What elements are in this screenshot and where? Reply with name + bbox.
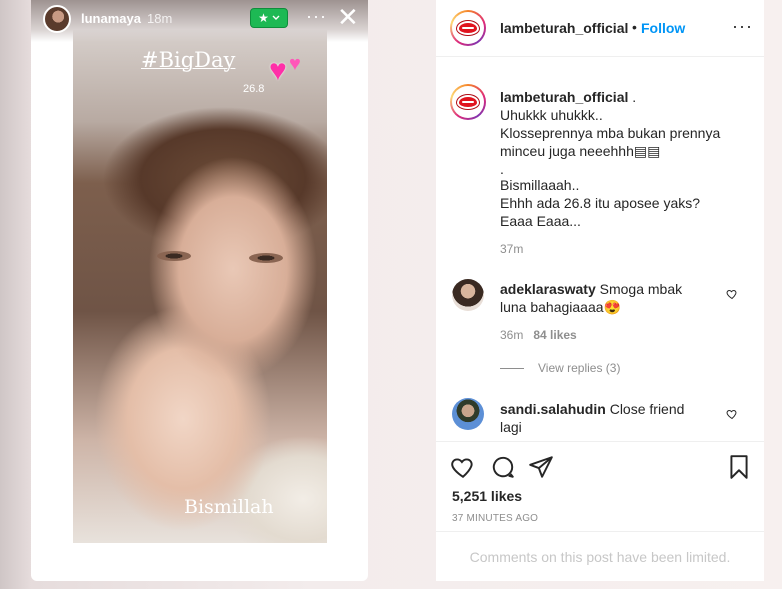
caption-username[interactable]: lambeturah_official . <box>500 89 636 105</box>
story-photo-image <box>73 29 327 543</box>
commenter-avatar[interactable] <box>452 279 484 311</box>
like-comment-heart-icon[interactable] <box>726 408 738 420</box>
comment-meta: 36m 84 likes <box>500 328 577 342</box>
comment-time: 36m <box>500 328 524 342</box>
likes-count[interactable]: 5,251 likes <box>452 488 522 504</box>
follow-button[interactable]: Follow <box>641 20 685 36</box>
caption-line: . <box>500 161 504 177</box>
caption-avatar[interactable] <box>450 84 486 120</box>
caption-username-text[interactable]: lambeturah_official <box>500 89 628 105</box>
post-actions: 5,251 likes 37 MINUTES AGO Comments on t… <box>436 441 764 581</box>
caption-suffix: . <box>632 89 637 105</box>
comment-likes[interactable]: 84 likes <box>533 328 576 342</box>
more-options-icon[interactable]: ··· <box>732 16 753 37</box>
chevron-down-icon <box>272 15 280 20</box>
story-time: 18m <box>147 11 173 26</box>
view-replies-button[interactable]: View replies (3) <box>500 361 620 375</box>
view-replies-label[interactable]: View replies (3) <box>538 361 620 375</box>
bigday-sticker: #BigDay <box>141 48 236 72</box>
caption-line: Uhukkk uhukkk.. <box>500 107 603 123</box>
story-photo-eye <box>157 251 191 261</box>
commenter-avatar[interactable] <box>452 398 484 430</box>
header-separator: • <box>632 19 637 35</box>
story-username[interactable]: lunamaya <box>81 11 141 26</box>
lips-logo-icon <box>457 21 479 35</box>
heart-sticker-icon: ♥ <box>289 53 301 75</box>
comments-limited-notice: Comments on this post have been limited. <box>436 531 764 582</box>
comment-bubble-icon[interactable] <box>490 454 516 480</box>
story-panel: lunamaya 18m ★ ··· ✕ #BigDay 26.8 ♥ ♥ Bi… <box>31 0 368 581</box>
caption-line: Bismillaaah.. <box>500 177 580 193</box>
heart-sticker-icon: ♥ <box>269 54 287 87</box>
account-avatar[interactable] <box>450 10 486 46</box>
replies-line <box>500 367 524 369</box>
caption-line: Ehhh ada 26.8 itu aposee yaks? <box>500 195 701 211</box>
header-username[interactable]: lambeturah_official <box>500 20 628 36</box>
close-icon[interactable]: ✕ <box>337 4 359 30</box>
close-friends-badge[interactable]: ★ <box>250 8 288 28</box>
caption-line: Klosseprennya mba bukan prennya <box>500 125 721 141</box>
caption-line: minceu juga neeehhh▤▤ <box>500 143 661 159</box>
post-timestamp: 37 MINUTES AGO <box>452 513 539 524</box>
star-icon: ★ <box>258 11 269 25</box>
story-more-icon[interactable]: ··· <box>306 6 327 27</box>
comment-body: sandi.salahudin Close friend lagi <box>500 400 710 436</box>
caption-time: 37m <box>500 242 524 256</box>
comment-username[interactable]: sandi.salahudin <box>500 401 606 417</box>
share-send-icon[interactable] <box>528 454 554 480</box>
like-heart-icon[interactable] <box>450 454 476 480</box>
comment-username[interactable]: adeklaraswaty <box>500 281 596 297</box>
story-photo <box>73 29 327 543</box>
story-photo-eye <box>249 253 283 263</box>
lips-logo-icon <box>457 95 479 109</box>
story-caption-text: Bismillah <box>184 496 274 518</box>
comment-body: adeklaraswaty Smoga mbak luna bahagiaaaa… <box>500 280 710 316</box>
post-header: lambeturah_official • Follow ··· <box>436 0 764 57</box>
story-avatar[interactable] <box>43 5 71 33</box>
post-panel: lambeturah_official • Follow ··· lambetu… <box>436 0 764 581</box>
save-bookmark-icon[interactable] <box>726 454 752 480</box>
bigday-date: 26.8 <box>243 83 265 95</box>
caption-line: Eaaa Eaaa... <box>500 213 581 229</box>
like-comment-heart-icon[interactable] <box>726 288 738 300</box>
